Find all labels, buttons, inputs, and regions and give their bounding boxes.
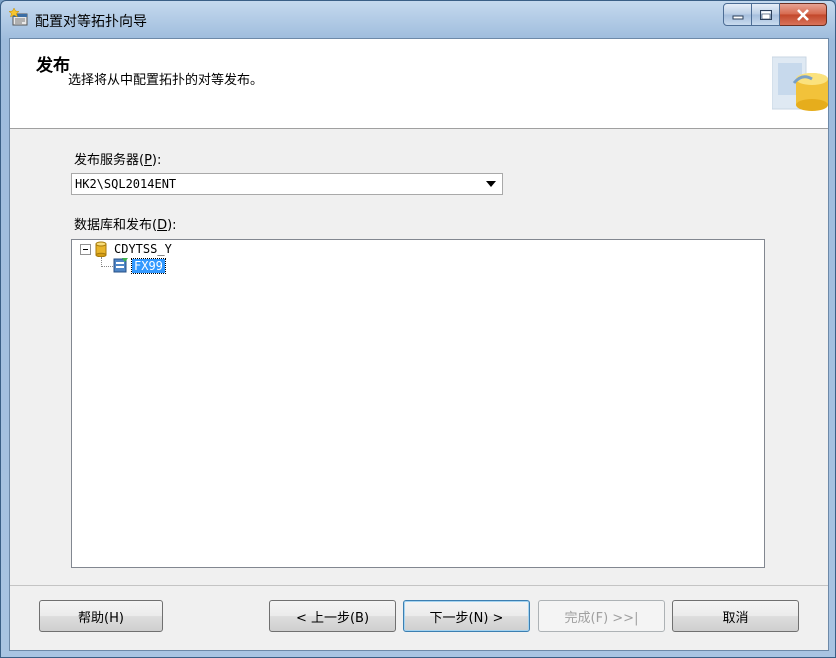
minimize-icon <box>732 15 743 19</box>
tree-node-database[interactable]: CDYTSS_Y <box>114 242 172 256</box>
close-icon <box>797 8 809 21</box>
maximize-icon <box>759 9 772 20</box>
maximize-button[interactable] <box>752 3 780 26</box>
wizard-client-area: 发布 选择将从中配置拓扑的对等发布。 发布服务器(P): HK2\SQL2014… <box>9 38 829 651</box>
page-title: 发布 <box>36 56 70 76</box>
cancel-button[interactable]: 取消 <box>672 600 799 632</box>
publisher-value: HK2\SQL2014ENT <box>75 177 177 191</box>
minimize-button[interactable] <box>723 3 752 26</box>
database-banner-icon <box>772 56 828 111</box>
window-title: 配置对等拓扑向导 <box>35 14 147 30</box>
chevron-down-icon[interactable] <box>486 181 496 187</box>
footer-divider <box>10 585 828 586</box>
wizard-window: 配置对等拓扑向导 发布 选择将从中配置拓扑的对等发布。 发布服务器(P): HK… <box>0 0 836 658</box>
publisher-dropdown[interactable]: HK2\SQL2014ENT <box>71 173 503 195</box>
back-button[interactable]: < 上一步(B) <box>269 600 396 632</box>
caption-buttons <box>723 3 827 26</box>
publisher-label: 发布服务器(P): <box>74 153 162 168</box>
close-button[interactable] <box>780 3 827 26</box>
finish-button[interactable]: 完成(F) >>| <box>538 600 665 632</box>
collapse-toggle-icon[interactable] <box>80 244 91 255</box>
title-bar[interactable]: 配置对等拓扑向导 <box>1 1 835 37</box>
tree-node-publication[interactable]: FX99 <box>131 258 166 274</box>
database-icon <box>95 241 107 257</box>
databases-label: 数据库和发布(D): <box>74 218 177 233</box>
tree-connector <box>101 266 113 267</box>
database-publication-tree[interactable]: CDYTSS_Y FX99 <box>71 239 765 568</box>
help-button[interactable]: 帮助(H) <box>39 600 163 632</box>
wizard-header: 发布 选择将从中配置拓扑的对等发布。 <box>10 39 828 129</box>
page-subtitle: 选择将从中配置拓扑的对等发布。 <box>68 73 264 88</box>
publication-icon <box>113 258 128 273</box>
wizard-icon <box>9 8 28 26</box>
next-button[interactable]: 下一步(N) > <box>403 600 530 632</box>
